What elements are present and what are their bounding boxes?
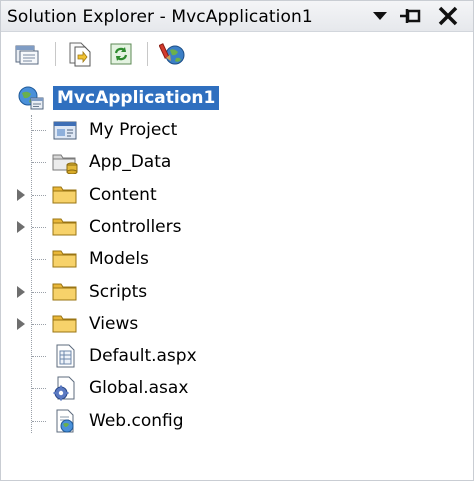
tree-node-controllers[interactable]: Controllers [51, 212, 183, 242]
tree-node-web-config[interactable]: Web.config [51, 406, 186, 436]
tree-node-root[interactable]: MvcApplication1 [17, 83, 220, 113]
expand-arrow-icon[interactable] [17, 286, 25, 298]
tree-node-my-project[interactable]: My Project [51, 115, 179, 145]
tree-node-label: Default.aspx [89, 346, 197, 366]
solution-explorer-panel: Solution Explorer - MvcApplication1 MvcA… [0, 0, 474, 481]
folder-icon [51, 246, 79, 272]
tree-connector-line [32, 356, 46, 357]
refresh-icon[interactable] [107, 40, 135, 68]
folder-icon [51, 214, 79, 240]
folder-icon [51, 182, 79, 208]
tree-node-scripts[interactable]: Scripts [51, 277, 149, 307]
properties-icon[interactable] [13, 40, 41, 68]
toolbar-separator [55, 42, 56, 66]
folder-icon [51, 311, 79, 337]
title-bar: Solution Explorer - MvcApplication1 [1, 1, 473, 32]
web-project-icon [17, 85, 45, 111]
config-file-icon [51, 408, 79, 434]
tree-node-label: App_Data [89, 152, 172, 172]
tree-node-global-asax[interactable]: Global.asax [51, 373, 190, 403]
expand-arrow-icon[interactable] [17, 318, 25, 330]
tree-connector-line [32, 227, 46, 228]
tree-connector-line [32, 130, 46, 131]
tree-node-label: Views [89, 314, 139, 334]
tree-node-views[interactable]: Views [51, 309, 140, 339]
tree-node-label: Web.config [89, 411, 184, 431]
tree-connector-line [32, 292, 46, 293]
panel-title: Solution Explorer - MvcApplication1 [7, 7, 313, 27]
dropdown-icon[interactable] [367, 4, 393, 28]
close-icon[interactable] [435, 4, 461, 28]
aspx-file-icon [51, 343, 79, 369]
tree-connector-line [32, 421, 46, 422]
my-project-icon [51, 117, 79, 143]
tree-node-label: Global.asax [89, 378, 189, 398]
tree-connector-line [32, 324, 46, 325]
special-folder-icon [51, 149, 79, 175]
tree-node-label: Content [89, 185, 157, 205]
pin-icon[interactable] [397, 4, 423, 28]
tree-node-label: Scripts [89, 282, 148, 302]
tree-node-label: Controllers [89, 217, 182, 237]
tree-connector-line [32, 259, 46, 260]
toolbar-separator [147, 42, 148, 66]
toolbar [1, 32, 473, 76]
expand-arrow-icon[interactable] [17, 221, 25, 233]
tree-node-label: Models [89, 249, 149, 269]
show-all-files-icon[interactable] [65, 40, 93, 68]
tree-node-label: My Project [89, 120, 178, 140]
view-class-diagram-icon[interactable] [159, 40, 187, 68]
tree-node-app-data[interactable]: App_Data [51, 147, 173, 177]
expand-arrow-icon[interactable] [17, 189, 25, 201]
tree-connector-line [32, 388, 46, 389]
asax-file-icon [51, 375, 79, 401]
tree-connector-line [32, 195, 46, 196]
tree-connector-line [32, 162, 46, 163]
tree-node-content[interactable]: Content [51, 180, 159, 210]
tree-node-label: MvcApplication1 [53, 86, 220, 110]
folder-icon [51, 279, 79, 305]
tree-node-default-aspx[interactable]: Default.aspx [51, 341, 199, 371]
tree-node-models[interactable]: Models [51, 244, 151, 274]
